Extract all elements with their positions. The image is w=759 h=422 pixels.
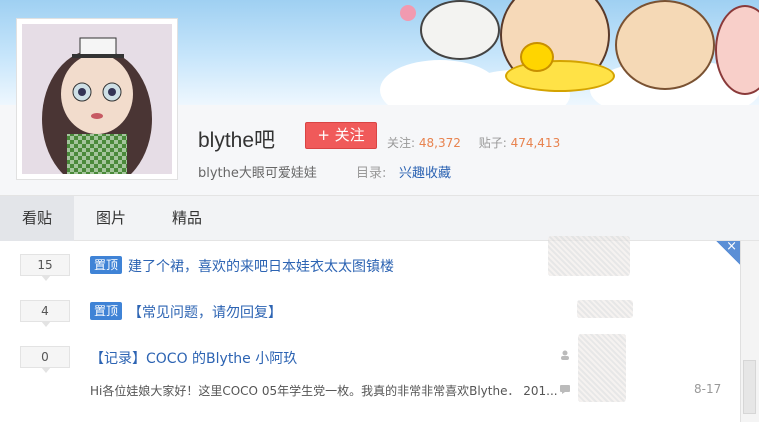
forum-avatar[interactable] bbox=[16, 18, 178, 180]
thread-title[interactable]: 【常见问题，请勿回复】 bbox=[128, 302, 282, 322]
reply-count: 15 bbox=[20, 254, 70, 281]
scrollbar-thumb[interactable] bbox=[743, 360, 756, 414]
forum-description: blythe大眼可爱娃娃 bbox=[198, 166, 317, 181]
close-icon: × bbox=[726, 239, 737, 254]
catalog-label: 目录: bbox=[356, 166, 387, 181]
cartoon-bear bbox=[615, 0, 715, 90]
tab-images[interactable]: 图片 bbox=[78, 196, 144, 241]
pinned-badge: 置顶 bbox=[90, 302, 122, 320]
posts-label: 贴子: bbox=[478, 136, 507, 150]
author-icon bbox=[561, 350, 569, 360]
pinned-badge: 置顶 bbox=[90, 256, 122, 274]
forum-tab-bar: 看贴 图片 精品 bbox=[0, 195, 759, 241]
thread-title[interactable]: 建了个裙，喜欢的来吧日本娃衣太太图镇楼 bbox=[128, 256, 394, 276]
cartoon-character-head bbox=[420, 0, 500, 60]
author-blurred bbox=[548, 236, 630, 276]
doll-avatar-icon bbox=[22, 24, 172, 174]
thread-date: 8-17 bbox=[694, 382, 722, 396]
thread-title[interactable]: 【记录】COCO 的Blythe 小阿玖 bbox=[90, 348, 297, 368]
tab-featured[interactable]: 精品 bbox=[154, 196, 220, 241]
author-blurred bbox=[577, 300, 633, 318]
forum-stats: 关注: 48,372 贴子: 474,413 bbox=[387, 134, 574, 151]
avatar-image bbox=[22, 24, 172, 174]
tieba-forum-page: blythe吧 + 关注 关注: 48,372 贴子: 474,413 blyt… bbox=[0, 0, 759, 422]
reply-count: 4 bbox=[20, 300, 70, 327]
followers-label: 关注: bbox=[387, 136, 416, 150]
tab-posts[interactable]: 看贴 bbox=[0, 196, 74, 241]
reply-count: 0 bbox=[20, 346, 70, 373]
posts-count: 474,413 bbox=[510, 136, 561, 150]
last-reply-icon bbox=[560, 385, 570, 394]
flower-decoration bbox=[400, 5, 416, 21]
catalog-link[interactable]: 兴趣收藏 bbox=[399, 162, 451, 181]
forum-title: blythe吧 bbox=[198, 129, 276, 152]
thread-snippet: Hi各位娃娘大家好！这里COCO 05年学生党一枚。我真的非常非常喜欢Blyth… bbox=[90, 384, 558, 398]
author-blurred bbox=[578, 334, 626, 402]
follow-button[interactable]: + 关注 bbox=[305, 122, 377, 149]
rubber-duck bbox=[520, 42, 554, 72]
followers-count: 48,372 bbox=[418, 136, 461, 150]
close-button[interactable]: × bbox=[716, 239, 740, 265]
